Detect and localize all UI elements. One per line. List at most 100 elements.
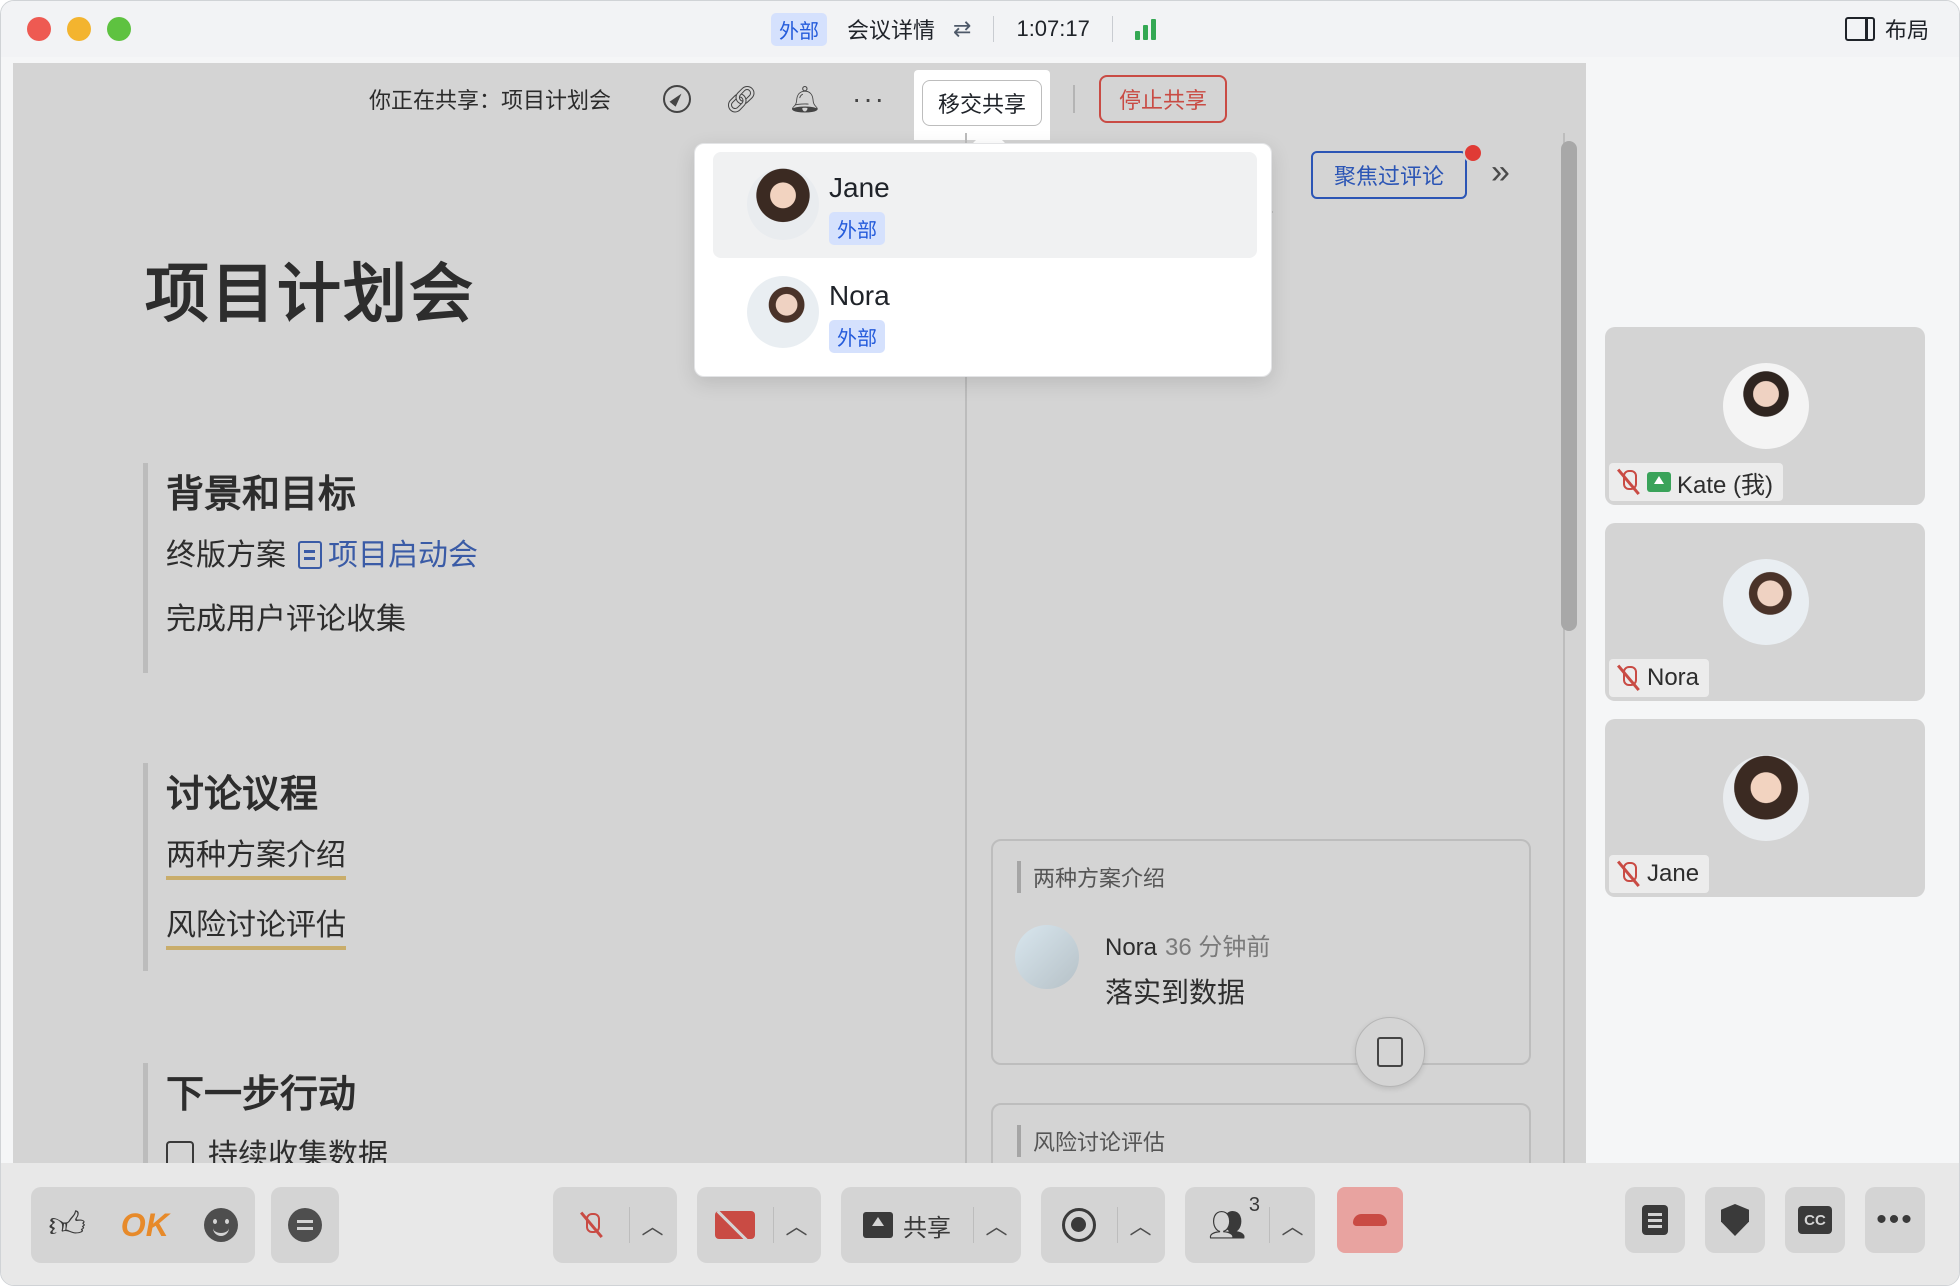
share-button[interactable]: 共享 [841, 1187, 973, 1263]
hang-up-icon [1353, 1214, 1387, 1226]
participant-tile-kate[interactable]: Kate (我) [1605, 327, 1925, 505]
doc-link-label: 项目启动会 [328, 539, 478, 572]
comment-action-button[interactable] [1355, 1017, 1425, 1087]
todo-checkbox[interactable] [166, 1141, 194, 1163]
mic-options-caret-icon[interactable]: ︿ [629, 1207, 675, 1243]
participants-options-caret-icon[interactable]: ︿ [1269, 1207, 1315, 1243]
share-options-caret-icon[interactable]: ︿ [973, 1207, 1019, 1243]
minimize-window-button[interactable] [67, 17, 91, 41]
layout-button[interactable]: 布局 [1844, 13, 1929, 45]
comment-body: 落实到数据 [1105, 977, 1246, 1008]
emoji-button[interactable] [203, 1187, 238, 1263]
comment-quote: 风险讨论评估 [1017, 1125, 1165, 1157]
camera-toggle-button[interactable] [697, 1187, 773, 1263]
maximize-window-button[interactable] [107, 17, 131, 41]
comment-author: Nora [1105, 934, 1158, 961]
bell-icon[interactable]: 🔔︎ [789, 83, 822, 115]
avatar [1015, 925, 1079, 989]
participant-name: Kate (我) [1677, 471, 1774, 499]
section-heading: 讨论议程 [166, 774, 319, 816]
mic-muted-icon [578, 1211, 604, 1239]
ok-reaction-button[interactable]: OK [121, 1187, 169, 1263]
divider [1073, 85, 1075, 113]
participant-label: Jane [1609, 855, 1710, 893]
handover-share-button[interactable]: 移交共享 [922, 80, 1042, 126]
link-icon[interactable]: 🔗︎ [725, 83, 758, 115]
camera-off-icon [715, 1211, 755, 1239]
todo-item: 持续收集数据 [166, 1130, 388, 1163]
comment-card[interactable]: 风险讨论评估 [991, 1103, 1531, 1163]
share-label: 共享 [903, 1214, 951, 1242]
share-screen-icon [863, 1212, 893, 1238]
participant-tile-nora[interactable]: Nora [1605, 523, 1925, 701]
camera-options-caret-icon[interactable]: ︿ [773, 1207, 819, 1243]
agenda-item-label: 两种方案介绍 [166, 830, 346, 880]
layout-icon [1844, 17, 1875, 41]
expand-panel-icon[interactable]: » [1491, 153, 1510, 192]
more-icon[interactable]: ··· [852, 83, 885, 115]
doc-link[interactable]: 项目启动会 [286, 539, 478, 572]
more-options-button[interactable]: ••• [1865, 1187, 1925, 1253]
comment-time: 36 分钟前 [1165, 934, 1271, 961]
avatar [747, 276, 819, 348]
notification-dot [1463, 143, 1483, 163]
participant-tile-jane[interactable]: Jane [1605, 719, 1925, 897]
section-line: 终版方案 项目启动会 [166, 530, 478, 574]
section-heading: 下一步行动 [166, 1074, 357, 1116]
more-icon: ••• [1876, 1203, 1914, 1236]
stop-share-button[interactable]: 停止共享 [1099, 75, 1227, 123]
participants-button[interactable]: 👥︎ 3 [1185, 1187, 1269, 1263]
smile-icon [203, 1208, 238, 1242]
agenda-item-label: 风险讨论评估 [166, 900, 346, 950]
mic-muted-icon [1615, 468, 1641, 496]
mic-toggle-button[interactable] [553, 1187, 629, 1263]
comment-quote: 两种方案介绍 [1017, 861, 1165, 893]
section-heading: 背景和目标 [166, 474, 357, 516]
close-window-button[interactable] [27, 17, 51, 41]
participants-group: 👥︎ 3 ︿ [1185, 1187, 1315, 1263]
focus-comments-button[interactable]: 聚焦过评论 [1311, 151, 1467, 199]
meeting-info: 外部 会议详情 ⇄ 1:07:17 [771, 11, 1156, 47]
switch-icon[interactable]: ⇄ [953, 16, 971, 42]
captions-button[interactable]: CC [1785, 1187, 1845, 1253]
handover-option-jane[interactable]: Jane 外部 [713, 152, 1257, 258]
handover-option-nora[interactable]: Nora 外部 [713, 260, 1257, 366]
external-badge: 外部 [771, 12, 827, 46]
notes-button[interactable] [1625, 1187, 1685, 1253]
network-signal-icon[interactable] [1134, 18, 1156, 40]
participant-name: Nora [1647, 664, 1700, 691]
section-next-steps: 下一步行动 持续收集数据 [143, 1063, 388, 1163]
chat-icon [288, 1208, 322, 1242]
avatar [1723, 363, 1809, 449]
document-title: 项目计划会 [145, 258, 475, 330]
shield-icon [1721, 1204, 1749, 1236]
record-icon [1062, 1208, 1096, 1242]
record-options-caret-icon[interactable]: ︿ [1117, 1207, 1163, 1243]
participant-count: 3 [1248, 1193, 1261, 1216]
external-badge: 外部 [829, 320, 885, 353]
share-group: 共享 ︿ [841, 1187, 1021, 1263]
camera-group: ︿ [697, 1187, 821, 1263]
comment-doc-icon [1377, 1037, 1403, 1067]
share-control-bar: 你正在共享：项目计划会 🔗︎ 🔔︎ ··· 移交共享 停止共享 [13, 63, 1586, 140]
agenda-item[interactable]: 两种方案介绍 [166, 830, 346, 880]
security-button[interactable] [1705, 1187, 1765, 1253]
comment-card[interactable]: 两种方案介绍 Nora 36 分钟前 落实到数据 [991, 839, 1531, 1065]
mic-group: ︿ [553, 1187, 677, 1263]
dropdown-arrow [973, 127, 1005, 143]
divider [993, 16, 995, 42]
record-button[interactable] [1041, 1187, 1117, 1263]
thumbs-up-reaction-icon[interactable]: 👍︎ [48, 1187, 86, 1263]
agenda-item[interactable]: 风险讨论评估 [166, 900, 346, 950]
record-group: ︿ [1041, 1187, 1165, 1263]
compass-icon[interactable] [661, 83, 693, 115]
comments-scrollbar[interactable] [1561, 141, 1577, 631]
section-agenda: 讨论议程 两种方案介绍 风险讨论评估 [143, 763, 346, 971]
add-participant-icon: 👥︎ 3 [1207, 1193, 1261, 1242]
comment-meta: Nora 36 分钟前 [1105, 927, 1270, 962]
leave-meeting-button[interactable] [1337, 1187, 1403, 1253]
chat-button[interactable] [271, 1187, 339, 1263]
participant-name: Jane [1647, 860, 1700, 887]
meeting-window: 外部 会议详情 ⇄ 1:07:17 布局 你正在共享：项目计划会 🔗︎ 🔔︎ ·… [0, 0, 1960, 1286]
meeting-details-link[interactable]: 会议详情 [847, 13, 935, 45]
